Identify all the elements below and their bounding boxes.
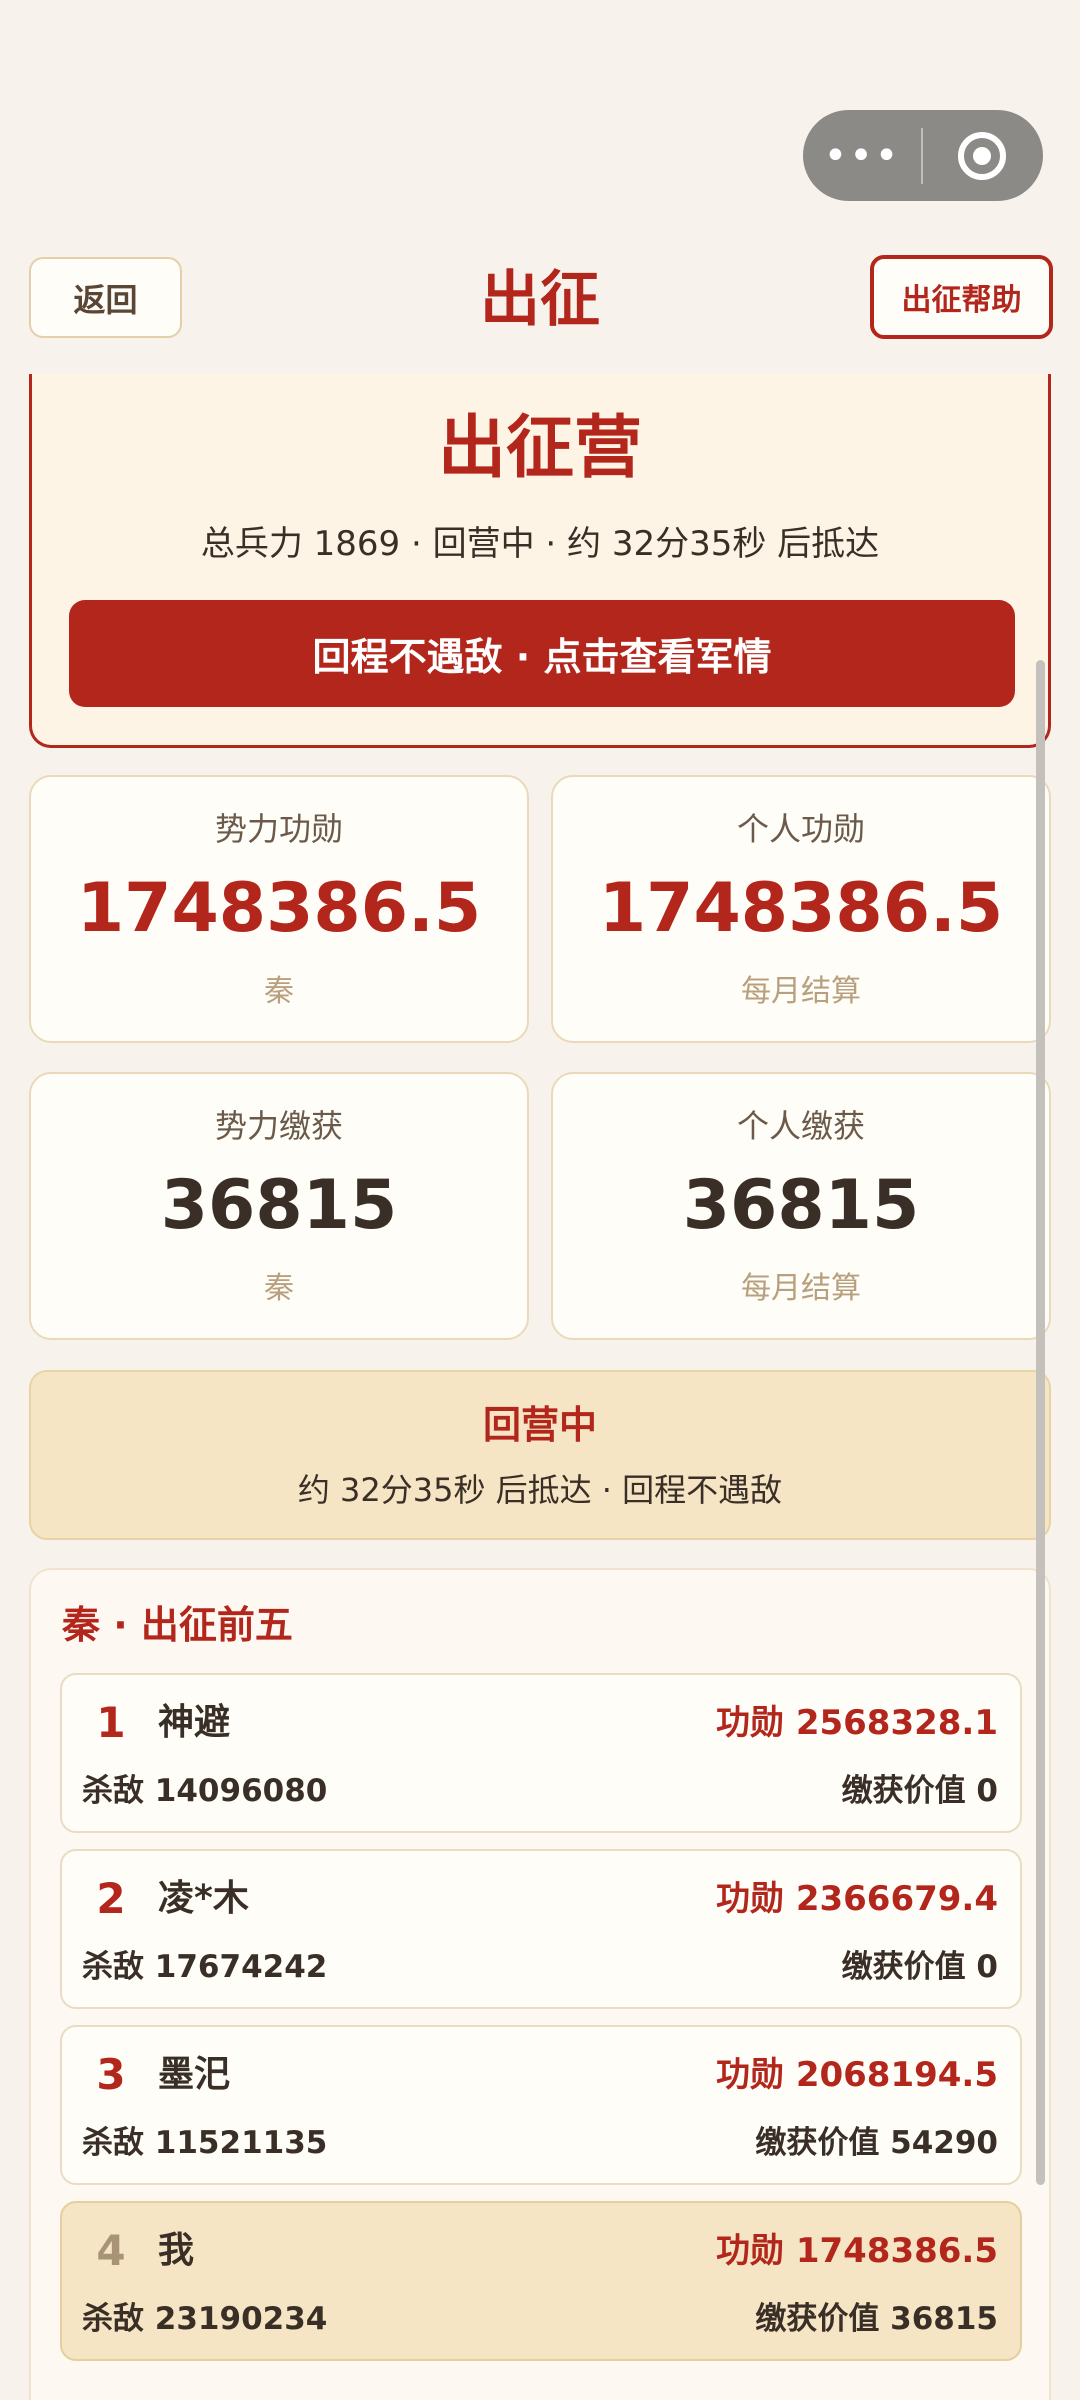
player-merit: 功勋 2366679.4 bbox=[715, 1879, 998, 1919]
player-name: 墨汜 bbox=[158, 2054, 231, 2095]
close-miniprogram-button[interactable] bbox=[923, 110, 1041, 201]
stat-sub: 每月结算 bbox=[741, 974, 861, 1009]
player-kills: 杀敌 17674242 bbox=[82, 1949, 328, 1985]
player-loot: 缴获价值 36815 bbox=[755, 2301, 998, 2337]
player-name: 神避 bbox=[158, 1702, 231, 1743]
player-merit: 功勋 2568328.1 bbox=[715, 1703, 998, 1743]
stat-label: 个人缴获 bbox=[736, 1107, 865, 1145]
player-loot: 缴获价值 0 bbox=[841, 1773, 998, 1809]
rank-row-self[interactable]: 4 我 功勋 1748386.5 杀敌 23190234 缴获价值 36815 bbox=[60, 2201, 1022, 2361]
target-ring-icon bbox=[958, 131, 1006, 180]
rank-number: 1 bbox=[96, 1698, 126, 1747]
stat-label: 势力功勋 bbox=[214, 810, 343, 848]
rank-number: 3 bbox=[96, 2050, 126, 2099]
player-loot: 缴获价值 54290 bbox=[755, 2125, 998, 2161]
faction-merit-card: 势力功勋 1748386.5 秦 bbox=[29, 775, 529, 1043]
status-detail: 约 32分35秒 后抵达 · 回程不遇敌 bbox=[297, 1471, 783, 1509]
rank-row[interactable]: 3 墨汜 功勋 2068194.5 杀敌 11521135 缴获价值 54290 bbox=[60, 2025, 1022, 2185]
view-intel-button[interactable]: 回程不遇敌 · 点击查看军情 bbox=[69, 600, 1015, 707]
player-kills: 杀敌 23190234 bbox=[82, 2301, 328, 2337]
stat-value: 36815 bbox=[160, 1166, 398, 1245]
player-name: 我 bbox=[158, 2230, 195, 2271]
rank-number: 4 bbox=[96, 2226, 126, 2275]
faction-loot-card: 势力缴获 36815 秦 bbox=[29, 1072, 529, 1340]
stat-value: 1748386.5 bbox=[76, 869, 482, 948]
rank-row[interactable]: 2 凌*木 功勋 2366679.4 杀敌 17674242 缴获价值 0 bbox=[60, 1849, 1022, 2009]
stat-sub: 秦 bbox=[264, 1271, 294, 1306]
more-dots-icon[interactable]: ••• bbox=[803, 110, 921, 201]
stat-label: 个人功勋 bbox=[736, 810, 865, 848]
player-kills: 杀敌 11521135 bbox=[82, 2125, 328, 2161]
player-merit: 功勋 1748386.5 bbox=[715, 2231, 998, 2271]
player-name: 凌*木 bbox=[158, 1878, 249, 1919]
stat-sub: 每月结算 bbox=[741, 1271, 861, 1306]
player-kills: 杀敌 14096080 bbox=[82, 1773, 328, 1809]
help-button[interactable]: 出征帮助 bbox=[870, 255, 1053, 339]
camp-info: 总兵力 1869 · 回营中 · 约 32分35秒 后抵达 bbox=[200, 524, 880, 564]
rank-number: 2 bbox=[96, 1874, 126, 1923]
vertical-scrollbar[interactable] bbox=[1036, 660, 1045, 2185]
stat-sub: 秦 bbox=[264, 974, 294, 1009]
stat-value: 1748386.5 bbox=[598, 869, 1004, 948]
camp-title: 出征营 bbox=[437, 409, 642, 488]
personal-loot-card: 个人缴获 36815 每月结算 bbox=[551, 1072, 1051, 1340]
stat-value: 36815 bbox=[682, 1166, 920, 1245]
miniprogram-capsule: ••• bbox=[803, 110, 1043, 201]
back-button[interactable]: 返回 bbox=[29, 257, 182, 338]
top-five-panel: 秦 · 出征前五 1 神避 功勋 2568328.1 杀敌 14096080 缴… bbox=[29, 1568, 1051, 2400]
personal-merit-card: 个人功勋 1748386.5 每月结算 bbox=[551, 775, 1051, 1043]
top-five-title: 秦 · 出征前五 bbox=[62, 1603, 293, 1647]
camp-card: 出征营 总兵力 1869 · 回营中 · 约 32分35秒 后抵达 回程不遇敌 … bbox=[29, 374, 1051, 748]
stat-label: 势力缴获 bbox=[214, 1107, 343, 1145]
status-title: 回营中 bbox=[482, 1403, 597, 1447]
player-merit: 功勋 2068194.5 bbox=[715, 2055, 998, 2095]
player-loot: 缴获价值 0 bbox=[841, 1949, 998, 1985]
rank-row[interactable]: 1 神避 功勋 2568328.1 杀敌 14096080 缴获价值 0 bbox=[60, 1673, 1022, 1833]
returning-status-banner: 回营中 约 32分35秒 后抵达 · 回程不遇敌 bbox=[29, 1370, 1051, 1540]
